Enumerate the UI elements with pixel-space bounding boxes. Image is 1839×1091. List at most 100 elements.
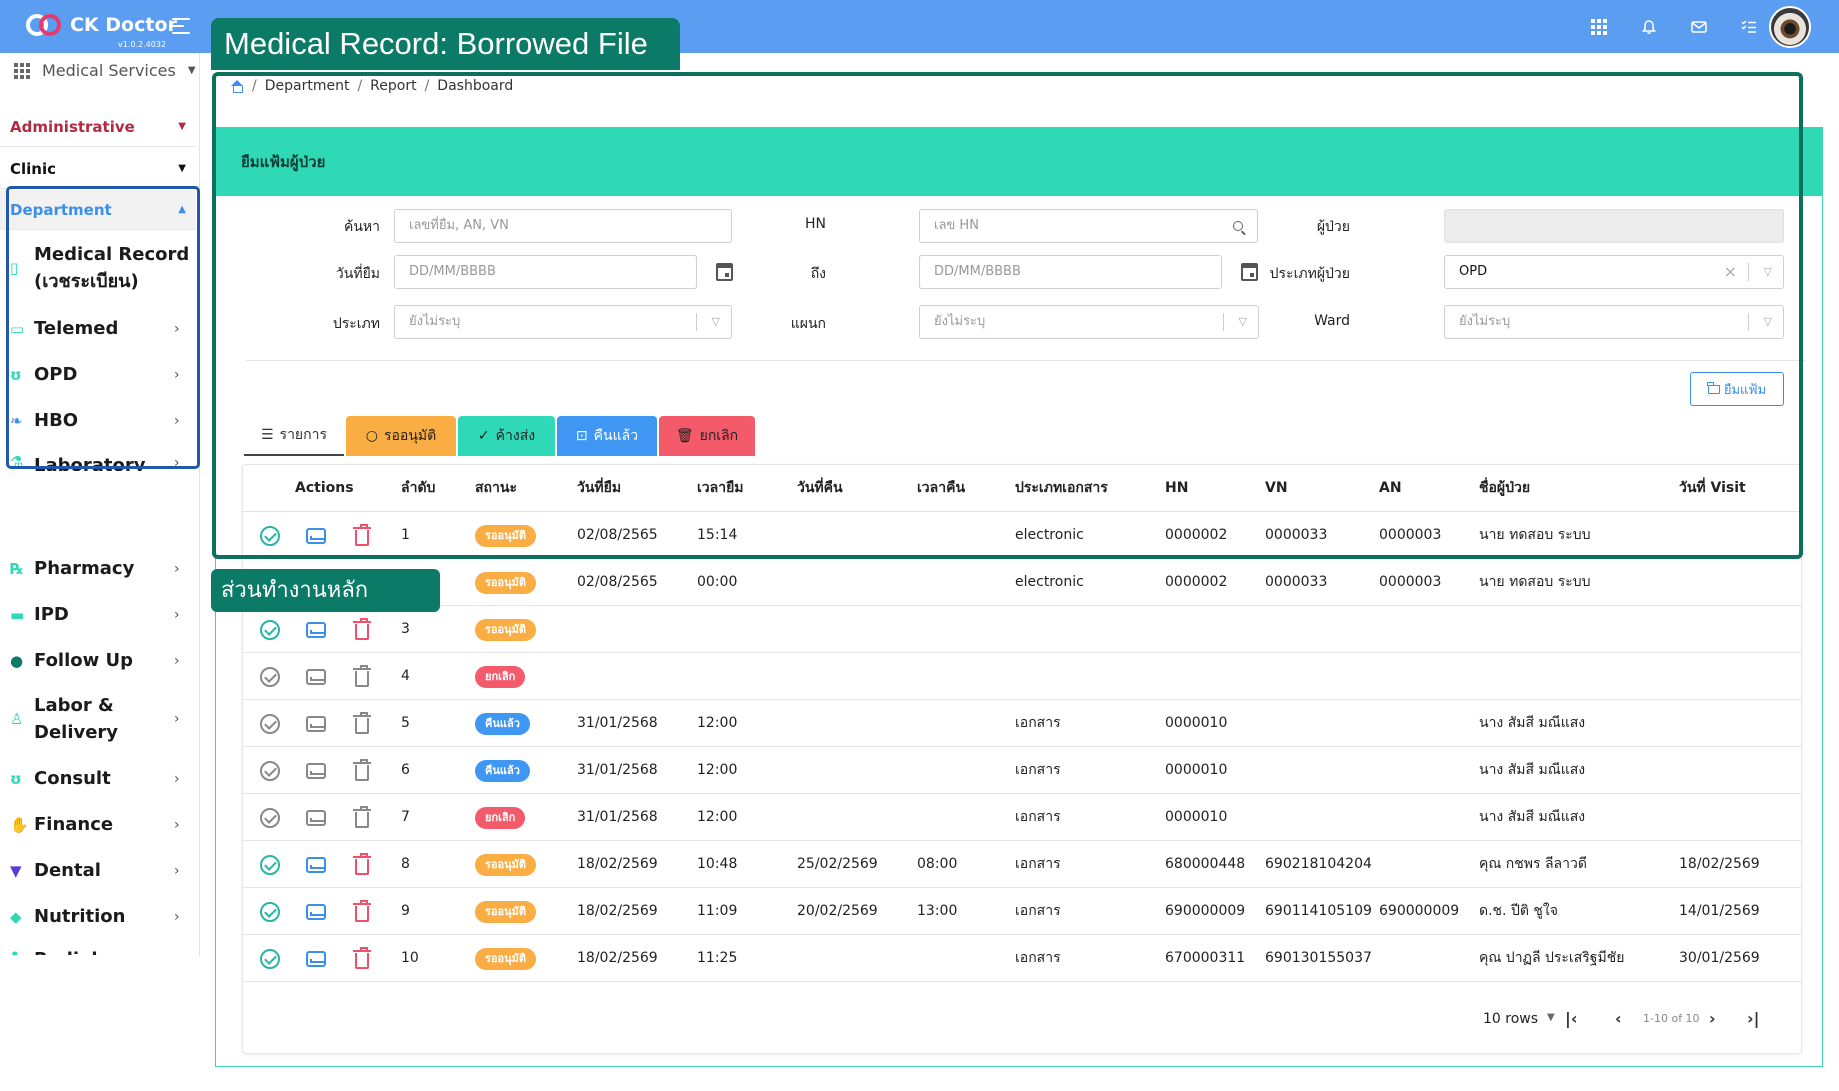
- table-row[interactable]: รออนุมัติ 8 18/02/2569 10:48 25/02/2569 08:00…: [243, 841, 1801, 888]
- tab-list[interactable]: ☰ รายการ: [244, 416, 344, 456]
- delete-trash-icon[interactable]: [351, 806, 373, 829]
- cell-no: 4: [401, 668, 410, 684]
- return-inbox-icon[interactable]: [305, 901, 327, 923]
- section-label: Clinic: [10, 159, 57, 178]
- tab-outstanding[interactable]: ✓ ค้างส่ง: [458, 416, 555, 456]
- dept-select[interactable]: ยังไม่ระบุ ▽: [919, 305, 1259, 339]
- approve-check-icon[interactable]: [259, 807, 281, 829]
- checklist-icon[interactable]: [1739, 17, 1759, 37]
- return-inbox-icon[interactable]: [305, 666, 327, 688]
- prev-page-icon[interactable]: ‹: [1615, 1009, 1622, 1028]
- app-logo[interactable]: CK Doctor: [26, 12, 177, 38]
- delete-trash-icon[interactable]: [351, 853, 373, 876]
- delete-trash-icon[interactable]: [351, 618, 373, 641]
- table-row[interactable]: รออนุมัติ 9 18/02/2569 11:09 20/02/2569 13:00…: [243, 888, 1801, 935]
- last-page-icon[interactable]: ›|: [1747, 1009, 1759, 1028]
- approve-check-icon: [260, 761, 280, 781]
- sidebar-item-nutrition[interactable]: ◆ Nutrition ›: [10, 903, 190, 930]
- sidebar-item-labor-delivery[interactable]: ♙ Labor & Delivery ›: [10, 692, 190, 746]
- table-row[interactable]: คืนแล้ว 6 31/01/2568 12:00 เอกสาร 0000010 นาง …: [243, 747, 1801, 794]
- table-row[interactable]: รออนุมัติ 10 18/02/2569 11:25 เอกสาร 67000031…: [243, 935, 1801, 982]
- sidebar-section-administrative[interactable]: Administrative ▼: [0, 107, 196, 147]
- table-row[interactable]: รออนุมัติ202/08/256500:00electronic00000…: [243, 559, 1801, 606]
- sidebar-item-radiology[interactable]: • Radiology: [10, 946, 190, 955]
- return-inbox-icon[interactable]: [305, 760, 327, 782]
- chevron-down-icon[interactable]: ▽: [1764, 256, 1772, 288]
- chevron-down-icon[interactable]: ▽: [1764, 306, 1772, 338]
- sidebar-section-department[interactable]: Department ▲: [0, 190, 196, 230]
- borrow-file-button[interactable]: ยืมแฟ้ม: [1690, 372, 1784, 406]
- approve-check-icon[interactable]: [259, 948, 281, 970]
- sidebar-item-consult[interactable]: ʊ Consult ›: [10, 765, 190, 792]
- return-inbox-icon[interactable]: [305, 807, 327, 829]
- caret-down-icon[interactable]: ▼: [1547, 1012, 1555, 1023]
- sidebar-item-opd[interactable]: ʊ OPD ›: [10, 361, 190, 388]
- sidebar-section-clinic[interactable]: Clinic ▼: [0, 149, 196, 189]
- apps-grid-icon[interactable]: [1589, 17, 1609, 37]
- patient-type-select[interactable]: OPD × ▽: [1444, 255, 1784, 289]
- clear-icon[interactable]: ×: [1724, 256, 1737, 288]
- sidebar-item-pharmacy[interactable]: ℞ Pharmacy ›: [10, 555, 190, 582]
- bell-icon[interactable]: [1639, 17, 1659, 37]
- user-avatar[interactable]: [1769, 6, 1811, 48]
- return-inbox-icon[interactable]: [305, 619, 327, 641]
- return-inbox-icon[interactable]: [305, 713, 327, 735]
- table-row[interactable]: ยกเลิก 4: [243, 653, 1801, 700]
- tab-label: ค้างส่ง: [495, 428, 536, 444]
- approve-check-icon[interactable]: [259, 525, 281, 547]
- to-date-input[interactable]: DD/MM/BBBB: [919, 255, 1222, 289]
- table-row[interactable]: รออนุมัติ 3: [243, 606, 1801, 653]
- sidebar-item-label: Follow Up: [34, 650, 134, 671]
- approve-check-icon[interactable]: [259, 901, 281, 923]
- delete-trash-icon[interactable]: [351, 900, 373, 923]
- delete-trash-icon[interactable]: [351, 947, 373, 970]
- hn-input[interactable]: เลข HN: [919, 209, 1219, 243]
- menu-toggle-icon[interactable]: [172, 18, 192, 34]
- sidebar-item-hbo[interactable]: ❧ HBO ›: [10, 407, 190, 434]
- tab-cancelled[interactable]: 🗑 ยกเลิก: [659, 416, 755, 456]
- return-inbox-icon[interactable]: [305, 525, 327, 547]
- home-icon[interactable]: [230, 80, 244, 93]
- cell-borrow-time: 00:00: [697, 574, 738, 590]
- cell-return-time: 08:00: [917, 856, 958, 872]
- breadcrumb-item[interactable]: Department: [265, 78, 350, 94]
- sidebar-item-dental[interactable]: ▼ Dental ›: [10, 857, 190, 884]
- sidebar-item-telemed[interactable]: ▭ Telemed ›: [10, 315, 190, 342]
- sidebar-item-finance[interactable]: ✋ Finance ›: [10, 811, 190, 838]
- sidebar-item-medical-record[interactable]: ▯ Medical Record (เวชระเบียน): [10, 241, 190, 295]
- delete-trash-icon[interactable]: [351, 665, 373, 688]
- first-page-icon[interactable]: |‹: [1565, 1009, 1577, 1028]
- table-row[interactable]: ยกเลิก 7 31/01/2568 12:00 เอกสาร 0000010 นาง ส…: [243, 794, 1801, 841]
- delete-trash-icon[interactable]: [351, 712, 373, 735]
- delete-trash-icon[interactable]: [351, 759, 373, 782]
- sidebar-item-follow-up[interactable]: ● Follow Up ›: [10, 647, 190, 674]
- cell-borrow-date: 31/01/2568: [577, 715, 658, 731]
- ward-select[interactable]: ยังไม่ระบุ ▽: [1444, 305, 1784, 339]
- breadcrumb-item[interactable]: Report: [370, 78, 416, 94]
- return-inbox-icon: [306, 904, 326, 920]
- borrow-date-input[interactable]: DD/MM/BBBB: [394, 255, 697, 289]
- type-select[interactable]: ยังไม่ระบุ ▽: [394, 305, 732, 339]
- services-menu[interactable]: Medical Services ▼: [14, 61, 196, 80]
- next-page-icon[interactable]: ›: [1709, 1009, 1716, 1028]
- table-row[interactable]: รออนุมัติ 1 02/08/2565 15:14 electronic 00000…: [243, 512, 1801, 559]
- table-row[interactable]: คืนแล้ว 5 31/01/2568 12:00 เอกสาร 0000010 นาง …: [243, 700, 1801, 747]
- return-inbox-icon[interactable]: [305, 854, 327, 876]
- approve-check-icon[interactable]: [259, 760, 281, 782]
- approve-check-icon[interactable]: [259, 619, 281, 641]
- approve-check-icon[interactable]: [259, 713, 281, 735]
- approve-check-icon[interactable]: [259, 666, 281, 688]
- delete-trash-icon[interactable]: [351, 524, 373, 547]
- sidebar-item-laboratory[interactable]: ⚗ Laboratory ›: [10, 453, 190, 471]
- search-input[interactable]: เลขที่ยืม, AN, VN: [394, 209, 732, 243]
- tab-returned[interactable]: ⊡ คืนแล้ว: [557, 416, 657, 456]
- rows-per-page[interactable]: 10 rows: [1483, 1011, 1538, 1027]
- tab-pending[interactable]: ○ รออนุมัติ: [346, 416, 456, 456]
- sidebar-item-ipd[interactable]: ▬ IPD ›: [10, 601, 190, 628]
- approve-check-icon[interactable]: [259, 854, 281, 876]
- mail-icon[interactable]: [1689, 17, 1709, 37]
- breadcrumb-item[interactable]: Dashboard: [437, 78, 513, 94]
- chevron-right-icon: ›: [174, 908, 180, 925]
- chevron-right-icon: ›: [174, 455, 180, 471]
- return-inbox-icon[interactable]: [305, 948, 327, 970]
